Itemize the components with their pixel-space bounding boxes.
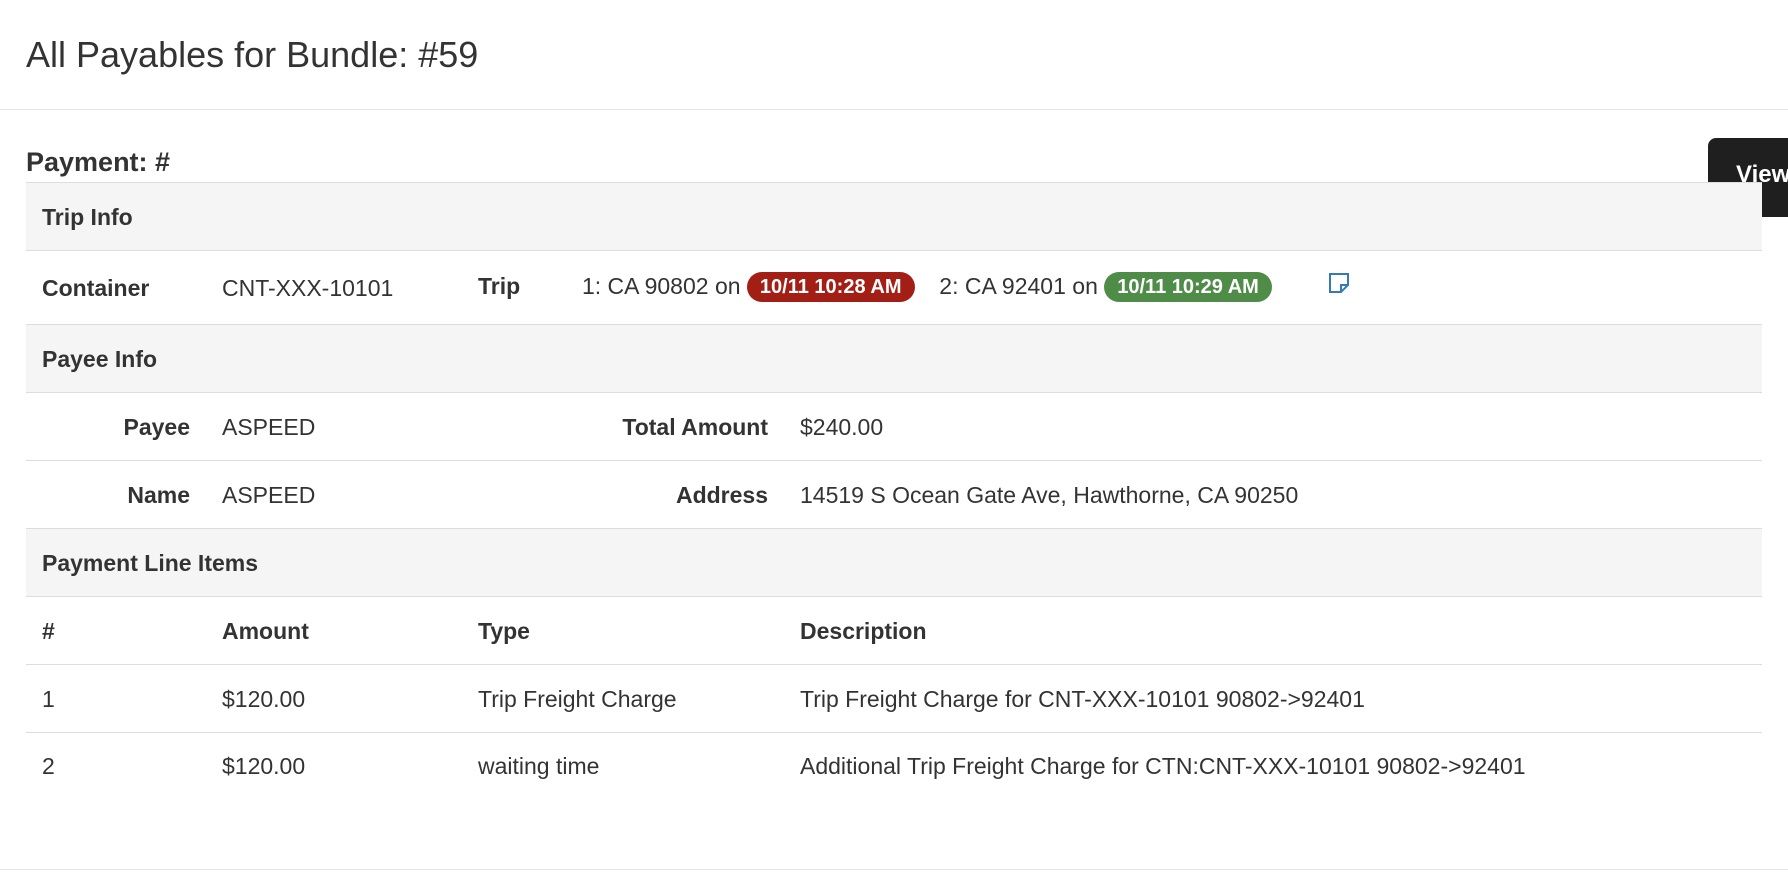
trip-info-row: Container CNT-XXX-10101 Trip 1: CA 90802… bbox=[26, 250, 1763, 325]
trip-info-section: Trip Info bbox=[26, 182, 1763, 251]
container-value: CNT-XXX-10101 bbox=[206, 250, 462, 325]
trip-stop-1-time-badge: 10/11 10:28 AM bbox=[746, 271, 915, 302]
name-row: Name ASPEED Address 14519 S Ocean Gate A… bbox=[26, 460, 1763, 529]
column-header-amount: Amount bbox=[206, 596, 462, 665]
name-value: ASPEED bbox=[206, 460, 462, 529]
payment-heading: Payment: # bbox=[26, 147, 171, 177]
trip-info-label: Trip Info bbox=[26, 182, 1763, 251]
payment-table: Trip Info Container CNT-XXX-10101 Trip 1… bbox=[26, 182, 1763, 799]
line-item-amount: $120.00 bbox=[206, 664, 462, 733]
trip-stop-2-time-badge: 10/11 10:29 AM bbox=[1104, 271, 1272, 302]
line-item-amount: $120.00 bbox=[206, 732, 462, 799]
line-item-number: 2 bbox=[26, 732, 206, 799]
line-item-description: Additional Trip Freight Charge for CTN:C… bbox=[784, 732, 1763, 799]
payee-label: Payee bbox=[26, 392, 206, 461]
line-item-description: Trip Freight Charge for CNT-XXX-10101 90… bbox=[784, 664, 1763, 733]
address-value: 14519 S Ocean Gate Ave, Hawthorne, CA 90… bbox=[784, 460, 1763, 529]
column-header-description: Description bbox=[784, 596, 1763, 665]
column-header-number: # bbox=[26, 596, 206, 665]
table-row: 2 $120.00 waiting time Additional Trip F… bbox=[26, 732, 1763, 799]
line-items-label: Payment Line Items bbox=[26, 528, 1763, 597]
payee-row: Payee ASPEED Total Amount $240.00 bbox=[26, 392, 1763, 461]
line-items-header-row: # Amount Type Description bbox=[26, 596, 1763, 665]
trip-stop-2-text: 2: CA 92401 on bbox=[939, 273, 1098, 300]
payee-info-section: Payee Info bbox=[26, 324, 1763, 393]
line-item-type: waiting time bbox=[462, 732, 784, 799]
line-item-type: Trip Freight Charge bbox=[462, 664, 784, 733]
address-label: Address bbox=[462, 460, 784, 529]
modal-footer-divider bbox=[0, 869, 1788, 870]
column-header-type: Type bbox=[462, 596, 784, 665]
trip-label: Trip bbox=[478, 273, 521, 300]
total-amount-label: Total Amount bbox=[462, 392, 784, 461]
payee-value: ASPEED bbox=[206, 392, 462, 461]
name-label: Name bbox=[26, 460, 206, 529]
table-row: 1 $120.00 Trip Freight Charge Trip Freig… bbox=[26, 664, 1763, 733]
container-label: Container bbox=[26, 250, 206, 325]
modal-title: All Payables for Bundle: #59 bbox=[26, 34, 479, 75]
modal-header: All Payables for Bundle: #59 bbox=[0, 0, 1788, 110]
trip-stop-1-text: 1: CA 90802 on bbox=[581, 273, 741, 300]
total-amount-value: $240.00 bbox=[784, 392, 1763, 461]
note-icon[interactable] bbox=[1328, 272, 1350, 300]
trip-cell: Trip 1: CA 90802 on 10/11 10:28 AM 2: CA… bbox=[462, 250, 1763, 325]
line-items-section: Payment Line Items bbox=[26, 528, 1763, 597]
payee-info-label: Payee Info bbox=[26, 324, 1763, 393]
line-item-number: 1 bbox=[26, 664, 206, 733]
